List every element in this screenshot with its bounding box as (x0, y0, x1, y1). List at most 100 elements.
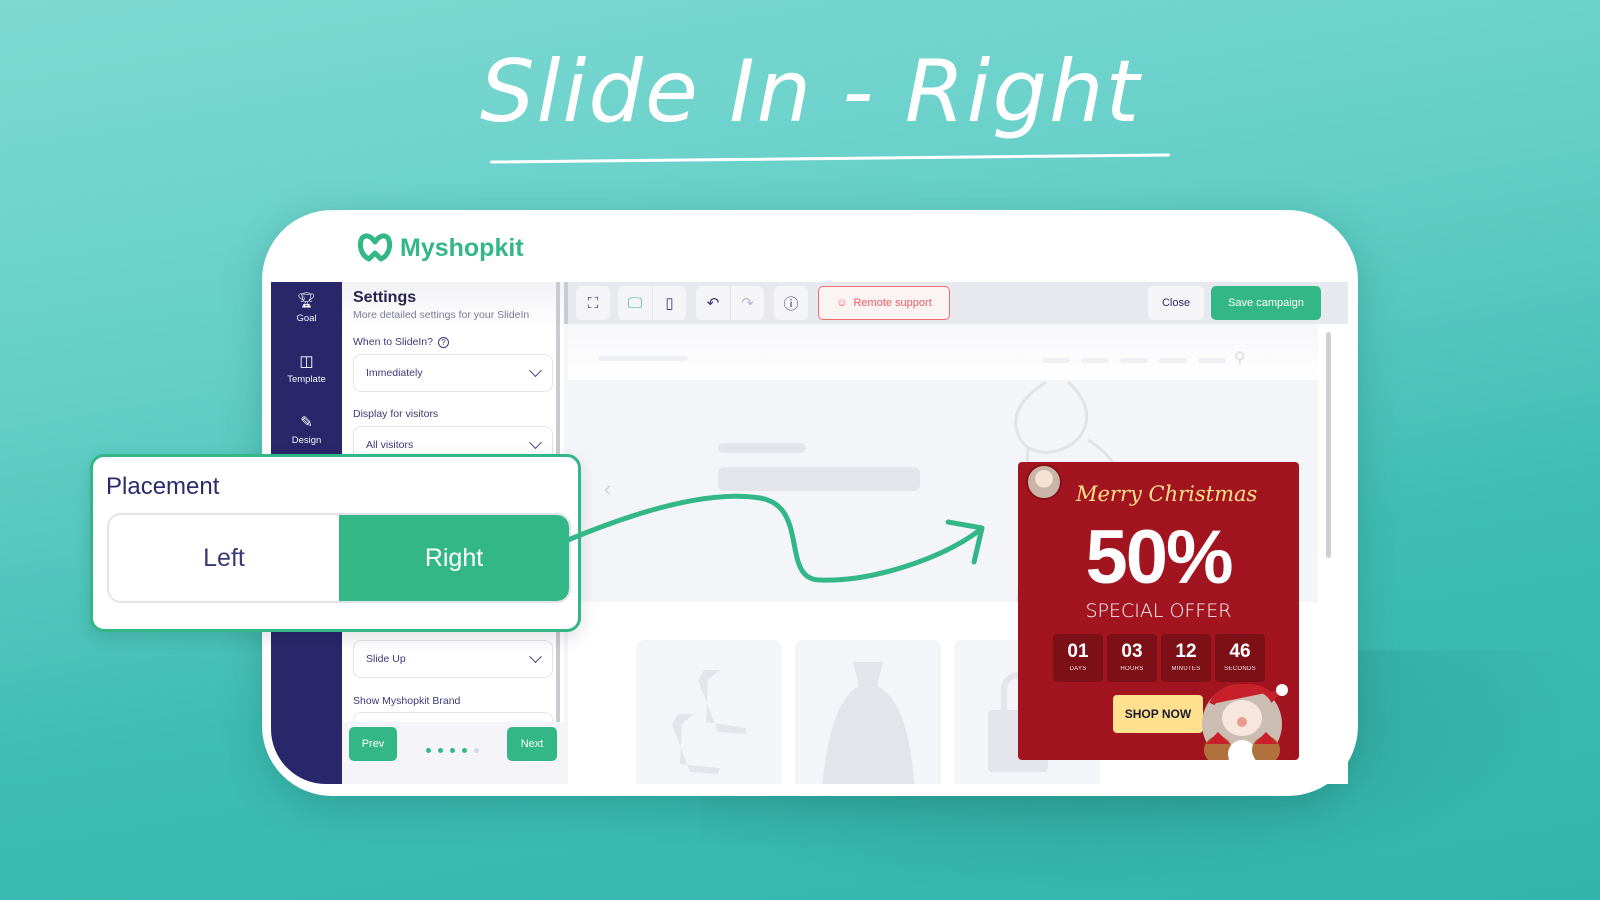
select-value: Slide Up (366, 653, 406, 665)
undo-icon: ↶ (706, 295, 720, 312)
search-icon: ⚲ (1234, 350, 1246, 367)
chevron-down-icon (529, 435, 542, 449)
settings-footer: Prev Next (342, 722, 564, 784)
next-button[interactable]: Next (507, 727, 557, 761)
step-dot (438, 748, 443, 753)
settings-subtitle: More detailed settings for your SlideIn (353, 309, 530, 321)
user-icon: ☺ (836, 297, 848, 309)
layout-columns-icon: ◫ (299, 353, 314, 370)
myshopkit-logo-icon (357, 233, 393, 262)
skeleton-heading (718, 443, 806, 453)
placement-option-right[interactable]: Right (339, 515, 569, 601)
trophy-icon: 🏆︎ (296, 292, 317, 309)
christmas-characters-avatar (1026, 464, 1062, 500)
animation-effect-select[interactable]: Slide Up (353, 640, 553, 678)
redo-button[interactable]: ↷ (730, 286, 764, 320)
countdown-value: 01 (1067, 641, 1089, 662)
popup-discount: 50% (1085, 515, 1233, 600)
skeleton-nav (1198, 358, 1226, 363)
countdown-value: 12 (1175, 641, 1197, 662)
help-circle-icon: ⓘ (783, 295, 799, 313)
history-group: ↶ ↷ (696, 286, 764, 320)
prev-button[interactable]: Prev (349, 727, 397, 761)
popup-subtitle: SPECIAL OFFER (1085, 600, 1232, 622)
countdown-hours: 03 HOURS (1107, 634, 1157, 682)
fullscreen-button[interactable]: ⛶ (576, 286, 610, 320)
desktop-view-button[interactable]: 🖵︎ (618, 286, 652, 320)
preview-scrollbar[interactable] (1318, 324, 1348, 784)
remote-support-button[interactable]: ☺ Remote support (818, 286, 950, 320)
settings-header: Settings More detailed settings for your… (342, 282, 564, 332)
mobile-view-button[interactable]: ▯ (652, 286, 686, 320)
countdown-days: 01 DAYS (1053, 634, 1103, 682)
select-value: Immediately (366, 367, 423, 379)
help-icon[interactable]: ? (437, 336, 449, 348)
editor-toolbar: ⛶ 🖵︎ ▯ ↶ ↷ ⓘ ☺ Remote support Close Save… (564, 282, 1348, 324)
field-label-text: When to SlideIn? (353, 336, 433, 348)
headline-underline (490, 153, 1170, 164)
step-dot (450, 748, 455, 753)
preview-site-header: ⚲ (568, 324, 1318, 380)
brand-name: Myshopkit (400, 233, 524, 262)
mobile-icon: ▯ (665, 295, 674, 312)
brand-logo: Myshopkit (356, 232, 524, 264)
chevron-down-icon (529, 649, 542, 663)
countdown-value: 46 (1229, 641, 1251, 662)
countdown-timer: 01 DAYS 03 HOURS 12 MINUTES 46 SECONDS (1053, 634, 1265, 682)
placement-option-left[interactable]: Left (109, 515, 339, 601)
chevron-left-icon[interactable]: ‹ (604, 476, 611, 502)
device-toggle: 🖵︎ ▯ (618, 286, 686, 320)
sidebar-item-design[interactable]: ✎ Design (271, 414, 342, 446)
sidebar-item-goal[interactable]: 🏆︎ Goal (271, 292, 342, 324)
skeleton-nav (1159, 358, 1187, 363)
sidebar-item-template[interactable]: ◫ Template (271, 353, 342, 385)
dress-icon (822, 662, 915, 784)
sidebar-item-label: Goal (296, 313, 317, 324)
slide-in-popup: Merry Christmas 50% SPECIAL OFFER 01 DAYS… (1018, 462, 1299, 760)
field-label-text: Show Myshopkit Brand (353, 695, 461, 707)
select-value: All visitors (366, 439, 414, 451)
sidebar-item-label: Template (287, 374, 326, 385)
placement-toggle: Left Right (107, 513, 571, 603)
placement-callout: Placement Left Right (90, 454, 581, 632)
countdown-label: MINUTES (1171, 666, 1201, 672)
step-dot (474, 748, 479, 753)
when-to-slidein-select[interactable]: Immediately (353, 354, 553, 392)
close-button[interactable]: Close (1148, 286, 1204, 320)
skeleton-nav (1081, 358, 1109, 363)
display-for-visitors-label: Display for visitors (353, 408, 438, 420)
santa-illustration-icon (1202, 684, 1288, 760)
product-card-dress[interactable] (795, 640, 941, 784)
countdown-label: DAYS (1069, 666, 1087, 672)
undo-button[interactable]: ↶ (696, 286, 730, 320)
popup-title: Merry Christmas (1076, 482, 1258, 506)
save-campaign-button[interactable]: Save campaign (1211, 286, 1321, 320)
step-dot (426, 748, 431, 753)
skeleton-nav (1042, 358, 1070, 363)
help-button[interactable]: ⓘ (774, 286, 808, 320)
skeleton-nav (1120, 358, 1148, 363)
fullscreen-group: ⛶ (576, 286, 610, 320)
countdown-value: 03 (1121, 641, 1143, 662)
product-card-shoes[interactable] (636, 640, 782, 784)
countdown-label: HOURS (1120, 666, 1144, 672)
remote-support-label: Remote support (853, 297, 932, 309)
magic-wand-icon: ✎ (300, 414, 313, 431)
fullscreen-icon: ⛶ (587, 294, 599, 312)
headline: Slide In - Right (480, 42, 1142, 142)
skeleton-logo (598, 356, 688, 361)
sidebar-item-label: Design (291, 435, 322, 446)
scrollbar-thumb[interactable] (1326, 332, 1331, 558)
shoes-icon (672, 670, 746, 774)
redo-icon: ↷ (741, 295, 754, 312)
settings-title: Settings (353, 289, 417, 306)
when-to-slidein-label: When to SlideIn? ? (353, 336, 449, 348)
step-dot (462, 748, 467, 753)
help-group: ⓘ (774, 286, 808, 320)
step-indicator (426, 748, 479, 753)
placement-title: Placement (106, 473, 220, 500)
field-label-text: Display for visitors (353, 408, 439, 420)
chevron-down-icon (529, 363, 542, 377)
countdown-label: SECONDS (1224, 666, 1256, 672)
countdown-seconds: 46 SECONDS (1215, 634, 1265, 682)
